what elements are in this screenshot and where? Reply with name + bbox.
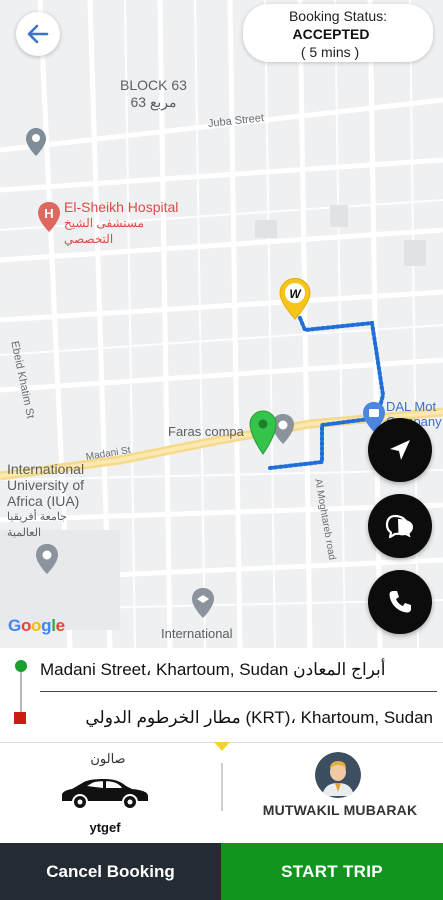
map-label-block: BLOCK 63 مربع 63 — [120, 77, 187, 110]
back-button[interactable] — [16, 12, 60, 56]
vehicle-plate: ytgef — [89, 820, 121, 835]
locate-button[interactable] — [368, 418, 432, 482]
map-label-university: International University of Africa (IUA)… — [7, 461, 85, 539]
dropoff-address[interactable]: مطار الخرطوم الدولي (KRT)، Khartoum, Sud… — [40, 696, 437, 740]
map-label-faras: Faras compa — [168, 424, 244, 439]
map-base: H — [0, 0, 443, 648]
booking-status-value: ACCEPTED — [292, 26, 370, 42]
info-divider — [221, 763, 223, 811]
booking-status-card: Booking Status: ACCEPTED ( 5 mins ) — [243, 4, 433, 62]
car-icon — [62, 779, 148, 810]
pickup-address[interactable]: Madani Street، Khartoum, Sudan أبراج الم… — [40, 648, 437, 692]
phone-icon — [389, 591, 411, 613]
google-logo: Google — [8, 616, 65, 635]
cancel-booking-button[interactable]: Cancel Booking — [0, 843, 221, 900]
trip-screen: H BLOCK 63 مربع 63 Juba Street El-Sheikh… — [0, 0, 443, 900]
route-connector — [20, 672, 22, 714]
trip-addresses: Madani Street، Khartoum, Sudan أبراج الم… — [0, 648, 443, 742]
trip-info-panel: صالون ytgef MUTWAKIL MUBARAK — [0, 742, 443, 843]
driver-name: MUTWAKIL MUBARAK — [262, 802, 418, 818]
booking-eta: ( 5 mins ) — [300, 44, 360, 60]
svg-text:H: H — [44, 206, 53, 221]
driver-avatar — [315, 752, 361, 798]
call-button[interactable] — [368, 570, 432, 634]
pickup-location-pin-icon — [249, 410, 277, 455]
arrow-left-icon — [27, 24, 49, 44]
start-trip-button[interactable]: START TRIP — [221, 843, 443, 900]
pickup-dot-icon — [15, 660, 27, 672]
panel-caret-icon — [214, 742, 230, 751]
map-label-hospital: El-Sheikh Hospital مستشفى الشيخ التخصصي — [64, 199, 179, 246]
svg-text:W: W — [289, 287, 302, 301]
vehicle-type: صالون — [90, 751, 126, 766]
driver-location-pin-icon: W — [279, 277, 311, 320]
dropoff-square-icon — [14, 712, 26, 724]
navigation-arrow-icon — [390, 440, 410, 460]
chat-button[interactable] — [368, 494, 432, 558]
map-label-international: International — [161, 626, 233, 641]
booking-status-title: Booking Status: — [288, 8, 388, 24]
chat-bubbles-icon — [385, 514, 413, 539]
map-view[interactable]: H BLOCK 63 مربع 63 Juba Street El-Sheikh… — [0, 0, 443, 648]
driver-avatar-icon — [315, 752, 361, 798]
